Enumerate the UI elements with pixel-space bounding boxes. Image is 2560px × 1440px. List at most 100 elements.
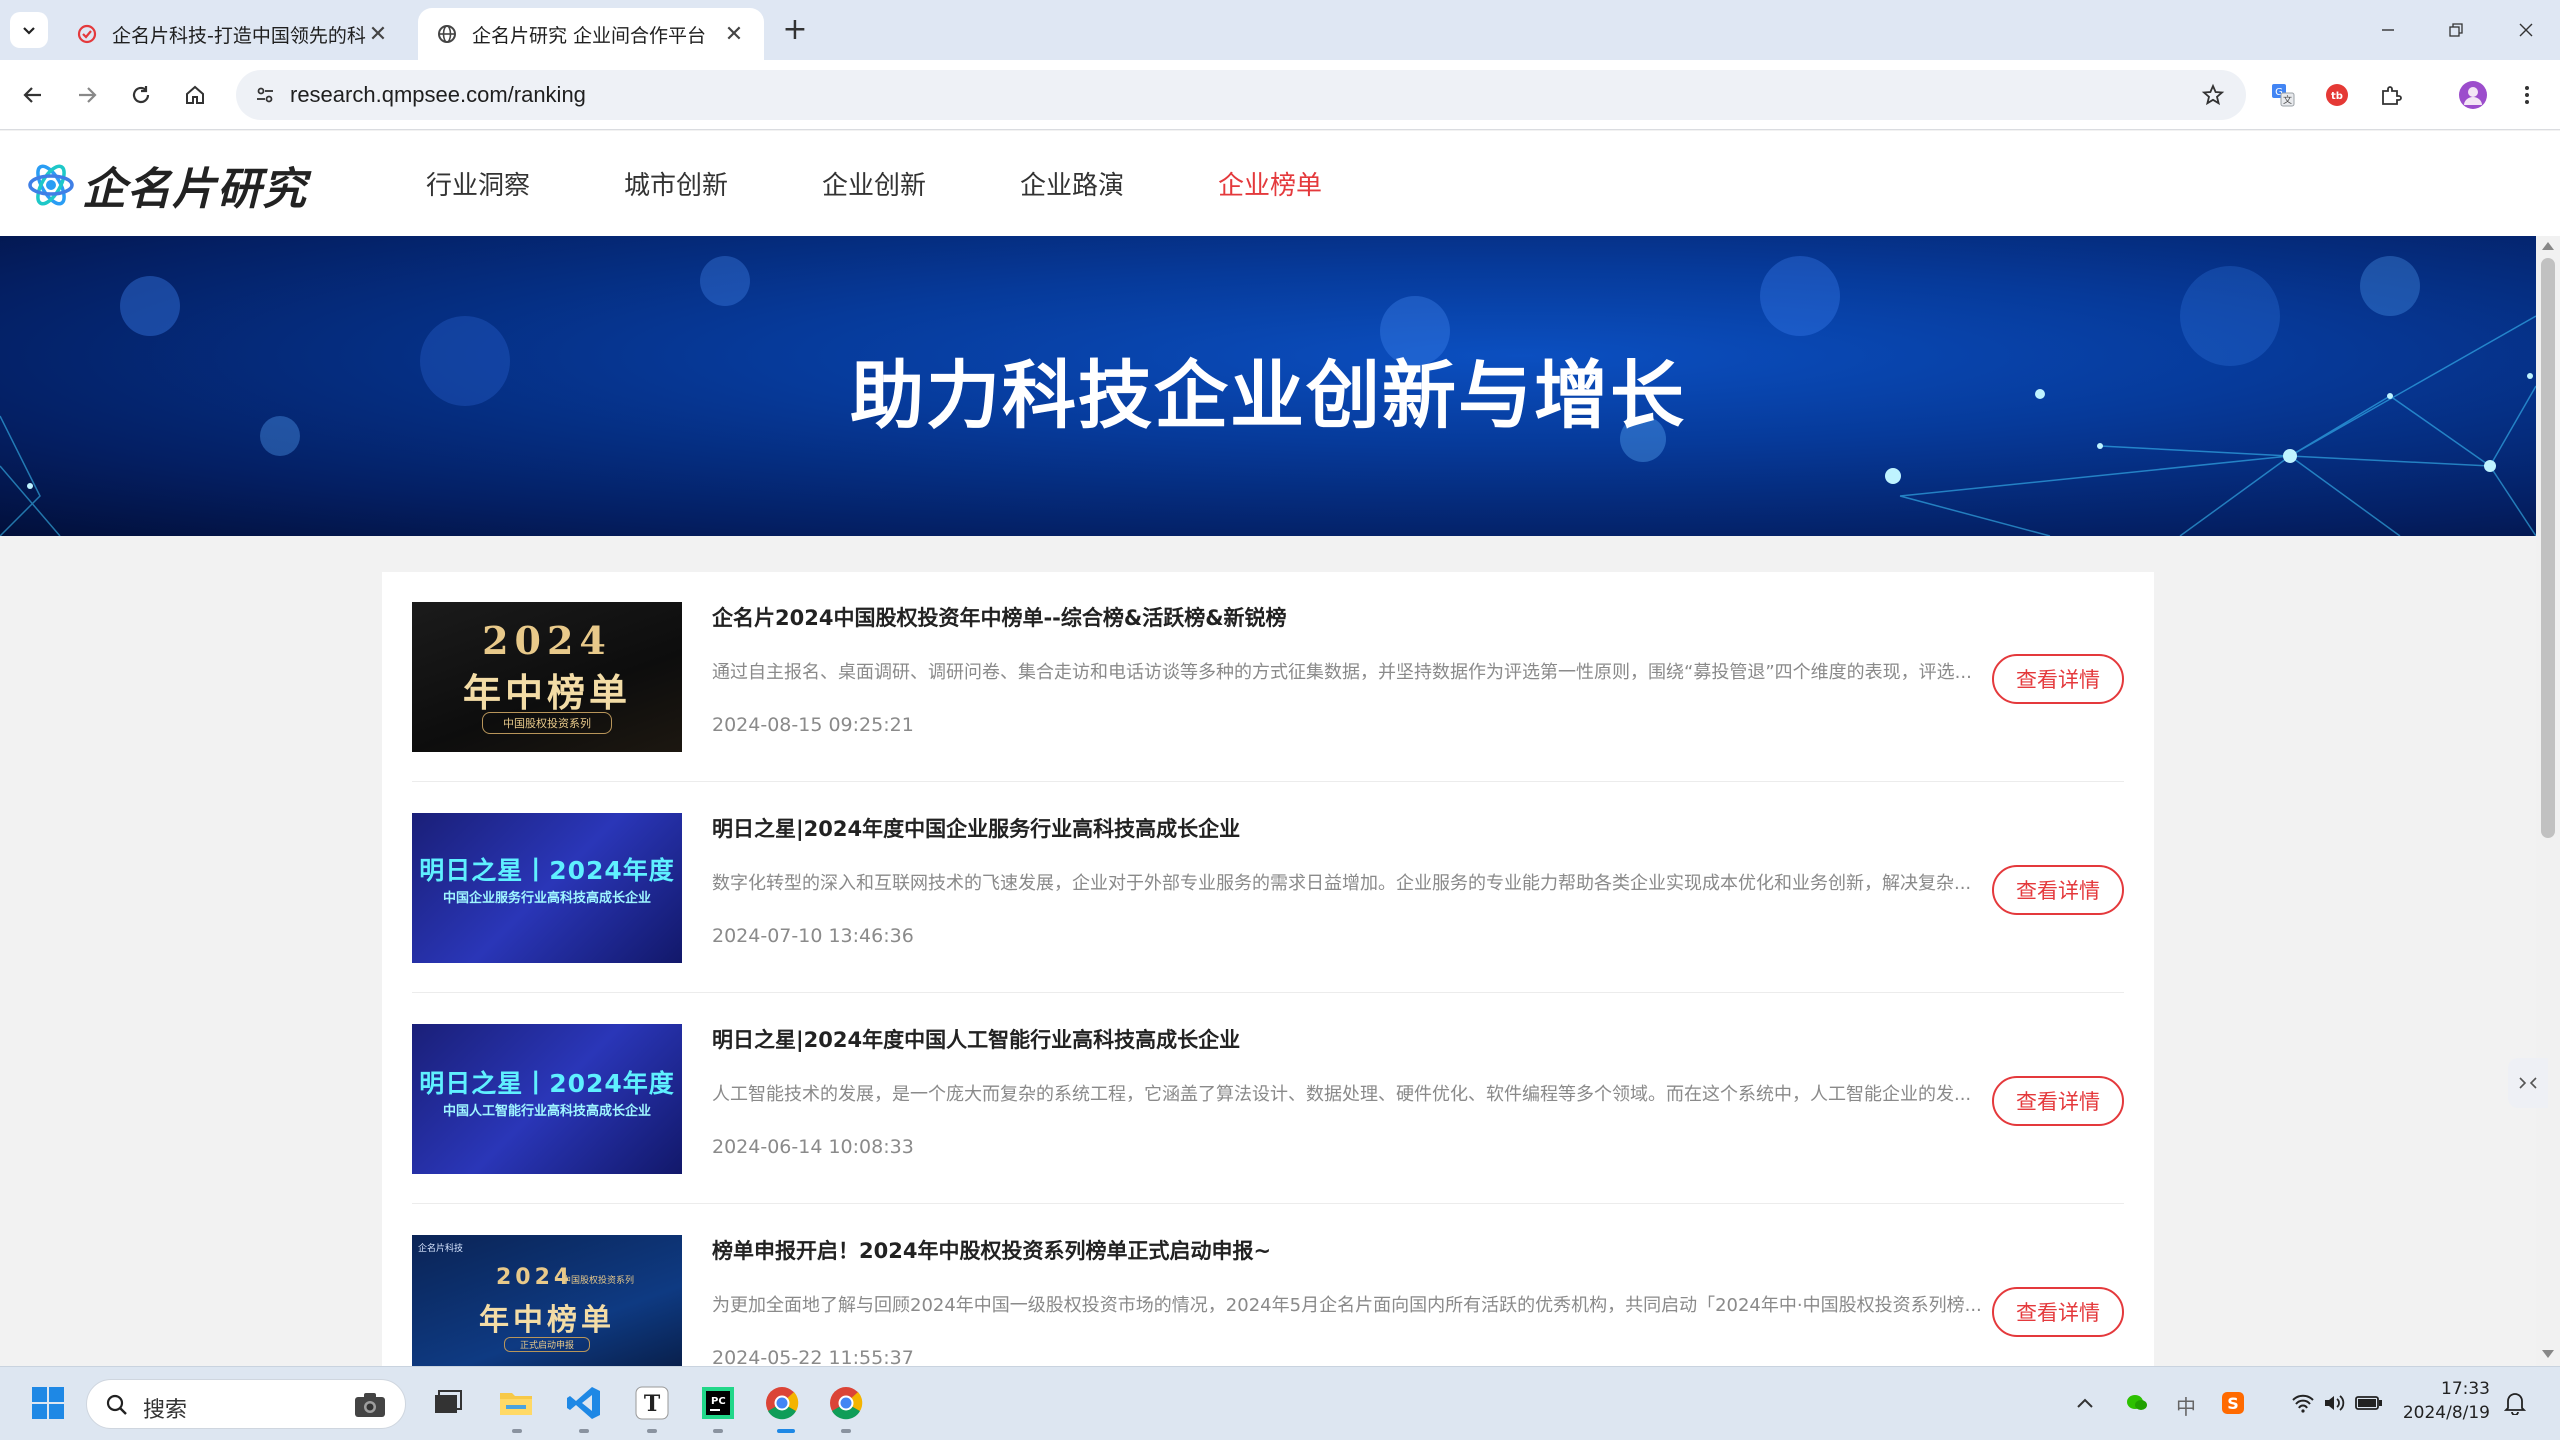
taskbar: 搜索 T PC 中 S 17:33 2024/8/19 [0, 1366, 2560, 1440]
restore-button[interactable] [2436, 14, 2476, 46]
view-details-button[interactable]: 查看详情 [1992, 654, 2124, 704]
running-indicator [579, 1429, 589, 1433]
item-title[interactable]: 榜单申报开启！2024年中股权投资系列榜单正式启动申报~ [712, 1235, 1271, 1265]
wechat-tray-button[interactable] [2122, 1381, 2152, 1425]
vscode-button[interactable] [562, 1381, 606, 1425]
back-button[interactable] [12, 74, 54, 116]
volume-button[interactable] [2320, 1381, 2350, 1425]
side-widget-button[interactable] [2508, 1058, 2548, 1108]
close-window-button[interactable] [2506, 14, 2546, 46]
divider [412, 1203, 2124, 1204]
extensions-button[interactable] [2370, 74, 2412, 116]
bokeh-dot [1760, 256, 1840, 336]
chrome-icon [830, 1387, 863, 1420]
typora-icon: T [635, 1386, 669, 1420]
red-extension-button[interactable]: tb [2316, 74, 2358, 116]
divider [412, 992, 2124, 993]
view-details-button[interactable]: 查看详情 [1992, 1076, 2124, 1126]
site-info-button[interactable] [246, 76, 284, 114]
bookmark-button[interactable] [2196, 78, 2230, 112]
scroll-down-icon[interactable] [2542, 1350, 2554, 1358]
reload-button[interactable] [120, 74, 162, 116]
chrome-icon [766, 1387, 799, 1420]
translate-extension-button[interactable]: G文 [2262, 74, 2304, 116]
address-bar[interactable]: research.qmpsee.com/ranking [236, 70, 2246, 120]
tab-title: 企名片科技-打造中国领先的科技 [112, 24, 366, 47]
arrow-right-icon [79, 87, 97, 103]
chevron-up-icon [2077, 1398, 2093, 1408]
windows-logo-icon [32, 1387, 64, 1419]
item-title[interactable]: 企名片2024中国股权投资年中榜单--综合榜&活跃榜&新锐榜 [712, 602, 1287, 632]
menu-button[interactable] [2506, 74, 2548, 116]
scroll-up-icon[interactable] [2542, 242, 2554, 250]
tab-search-button[interactable] [10, 12, 48, 48]
view-details-button[interactable]: 查看详情 [1992, 865, 2124, 915]
profile-button[interactable] [2452, 74, 2494, 116]
page-scrollbar[interactable] [2536, 236, 2560, 1366]
wifi-button[interactable] [2288, 1381, 2318, 1425]
view-details-button[interactable]: 查看详情 [1992, 1287, 2124, 1337]
close-tab-icon[interactable]: ✕ [366, 22, 390, 47]
chrome-button[interactable] [760, 1381, 804, 1425]
clock-time: 17:33 [2441, 1379, 2490, 1399]
bokeh-dot [2360, 256, 2420, 316]
home-button[interactable] [174, 74, 216, 116]
item-date: 2024-06-14 10:08:33 [712, 1136, 914, 1158]
svg-text:S: S [2227, 1394, 2239, 1413]
taskbar-search[interactable]: 搜索 [86, 1379, 406, 1429]
search-icon [106, 1394, 127, 1415]
item-date: 2024-08-15 09:25:21 [712, 714, 914, 736]
forward-button[interactable] [66, 74, 108, 116]
chrome-profile-button[interactable] [824, 1381, 868, 1425]
list-item: 企名片科技 2024 中国股权投资系列 年中榜单 正式启动申报 榜单申报开启！2… [412, 1205, 2124, 1372]
new-tab-button[interactable]: + [778, 14, 812, 48]
wechat-icon [2127, 1395, 2147, 1410]
running-indicator [713, 1429, 723, 1433]
svg-text:文: 文 [2283, 94, 2292, 106]
browser-toolbar: research.qmpsee.com/ranking G文 tb [0, 60, 2560, 130]
ime-tray-button[interactable]: S [2218, 1381, 2248, 1425]
ime-indicator[interactable]: 中 [2176, 1391, 2196, 1420]
list-item: 明日之星丨2024年度 中国人工智能行业高科技高成长企业 明日之星|2024年度… [412, 994, 2124, 1204]
nav-enterprise-roadshow[interactable]: 企业路演 [1020, 165, 1124, 202]
tab-qmp-tech[interactable]: 企名片科技-打造中国领先的科技 ✕ [58, 8, 408, 60]
item-thumbnail[interactable]: 企名片科技 2024 中国股权投资系列 年中榜单 正式启动申报 [412, 1235, 682, 1372]
nav-enterprise-ranking[interactable]: 企业榜单 [1218, 165, 1322, 202]
hero-banner: 助力科技企业创新与增长 [0, 236, 2536, 536]
file-explorer-button[interactable] [494, 1381, 538, 1425]
item-description: 通过自主报名、桌面调研、调研问卷、集合走访和电话访谈等多种的方式征集数据，并坚持… [712, 662, 1972, 683]
item-title[interactable]: 明日之星|2024年度中国企业服务行业高科技高成长企业 [712, 813, 1240, 843]
start-button[interactable] [26, 1381, 70, 1425]
item-thumbnail[interactable]: 明日之星丨2024年度 中国企业服务行业高科技高成长企业 [412, 813, 682, 963]
minimize-icon [2382, 29, 2394, 31]
nav-enterprise-innovation[interactable]: 企业创新 [822, 165, 926, 202]
task-view-icon [435, 1390, 462, 1413]
item-thumbnail[interactable]: 2024 年中榜单 中国股权投资系列 [412, 602, 682, 752]
reload-icon [132, 86, 150, 104]
typora-button[interactable]: T [630, 1381, 674, 1425]
more-vertical-icon [2525, 86, 2529, 104]
item-thumbnail[interactable]: 明日之星丨2024年度 中国人工智能行业高科技高成长企业 [412, 1024, 682, 1174]
scroll-thumb[interactable] [2541, 258, 2555, 838]
nav-industry-insight[interactable]: 行业洞察 [426, 165, 530, 202]
item-date: 2024-07-10 13:46:36 [712, 925, 914, 947]
url-text: research.qmpsee.com/ranking [290, 82, 586, 107]
clock[interactable]: 17:33 2024/8/19 [2380, 1377, 2490, 1425]
battery-icon [2355, 1396, 2382, 1410]
avatar-icon [2459, 81, 2487, 109]
close-tab-icon[interactable]: ✕ [722, 22, 746, 47]
thumb-subtitle: 中国股权投资系列 [482, 712, 612, 734]
site-logo[interactable]: 企名片研究 [26, 153, 307, 217]
arrow-left-icon [23, 87, 41, 103]
running-indicator [841, 1429, 851, 1433]
nav-city-innovation[interactable]: 城市创新 [624, 165, 728, 202]
tab-qmp-research[interactable]: 企名片研究 企业间合作平台 ✕ [418, 8, 764, 60]
item-title[interactable]: 明日之星|2024年度中国人工智能行业高科技高成长企业 [712, 1024, 1240, 1054]
pycharm-button[interactable]: PC [696, 1381, 740, 1425]
bell-icon [2504, 1393, 2526, 1415]
show-hidden-icons-button[interactable] [2070, 1381, 2100, 1425]
task-view-button[interactable] [426, 1381, 470, 1425]
notifications-button[interactable] [2500, 1381, 2530, 1425]
running-indicator [777, 1429, 795, 1433]
minimize-button[interactable] [2368, 14, 2408, 46]
